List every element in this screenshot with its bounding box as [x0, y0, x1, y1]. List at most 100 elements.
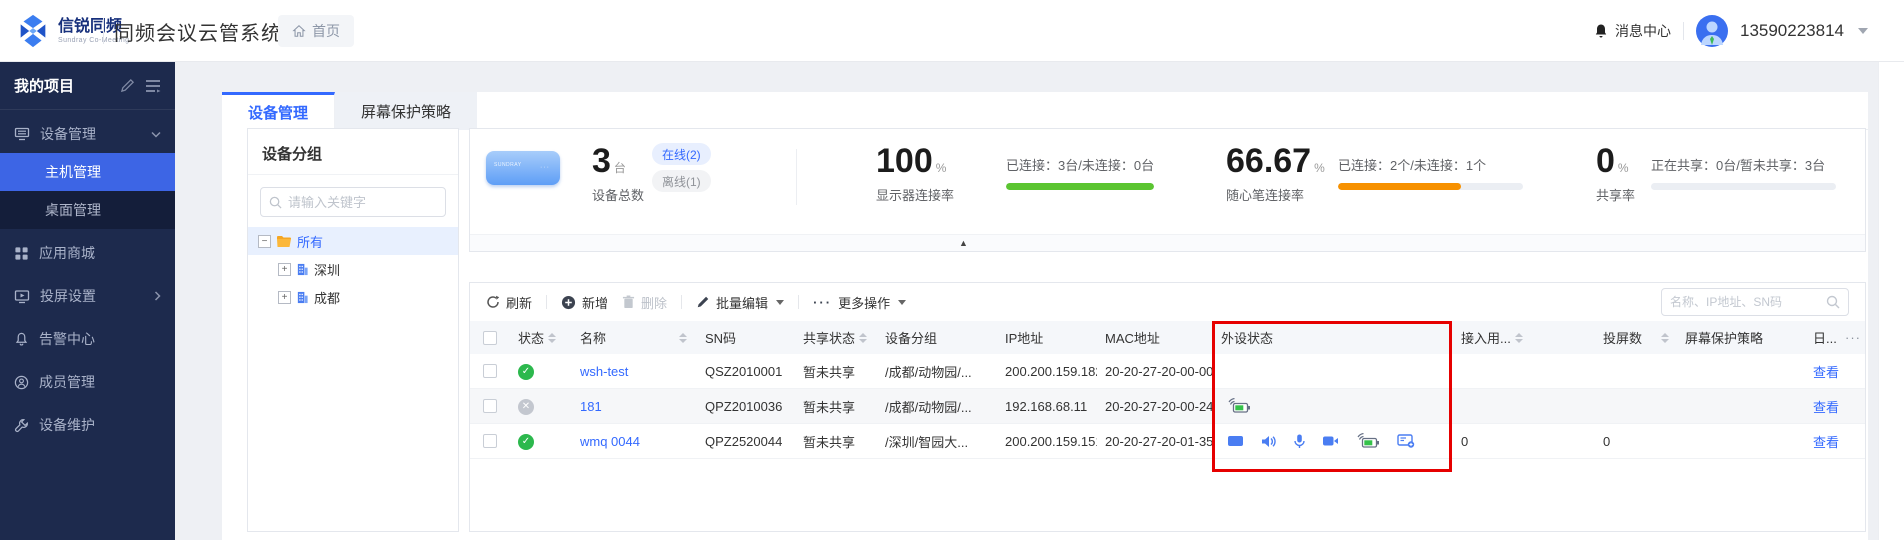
- tree-node-label: 成都: [314, 288, 340, 307]
- col-users[interactable]: 接入用...: [1453, 328, 1595, 347]
- sidebar-item-member-management[interactable]: 成员管理: [0, 363, 175, 401]
- sidebar-item-host-management[interactable]: 主机管理: [0, 153, 175, 191]
- tree-node-shenzhen[interactable]: + 深圳: [248, 255, 458, 283]
- collapse-node-icon[interactable]: −: [258, 235, 271, 248]
- stat-share-detail: 正在共享：0台/暂未共享：3台: [1651, 155, 1825, 174]
- sidebar-item-device-management[interactable]: 设备管理: [0, 115, 175, 153]
- col-share[interactable]: 共享状态: [795, 328, 877, 347]
- expand-node-icon[interactable]: +: [278, 291, 291, 304]
- sort-icon[interactable]: [548, 333, 556, 343]
- tree-node-chengdu[interactable]: + 成都: [248, 283, 458, 311]
- main-area: 设备管理 屏幕保护策略 设备分组 − 所有 + 深圳: [175, 62, 1904, 540]
- expand-node-icon[interactable]: +: [278, 263, 291, 276]
- pencil-icon: [696, 295, 710, 309]
- online-badge: 在线(2): [652, 143, 711, 165]
- delete-label: 删除: [641, 293, 667, 312]
- sn-cell: QSZ2010001: [697, 364, 795, 379]
- tree-search-input[interactable]: [288, 195, 418, 210]
- delete-button[interactable]: 删除: [622, 293, 667, 312]
- tab-device-management[interactable]: 设备管理: [222, 92, 335, 130]
- sort-icon[interactable]: [859, 333, 867, 343]
- sidebar-item-app-store[interactable]: 应用商城: [0, 234, 175, 272]
- share-progress-bar: [1651, 183, 1836, 190]
- mac-cell: 20-20-27-20-01-35: [1097, 434, 1213, 449]
- message-center-button[interactable]: 消息中心: [1593, 21, 1671, 41]
- tree-node-all[interactable]: − 所有: [248, 227, 458, 255]
- account-number[interactable]: 13590223814: [1740, 21, 1844, 41]
- stat-display-detail: 已连接：3台/未连接：0台: [1006, 155, 1154, 174]
- nav-home-label: 首页: [312, 21, 340, 41]
- ip-cell: 192.168.68.11: [997, 399, 1097, 414]
- view-log-link[interactable]: 查看: [1813, 435, 1839, 450]
- view-log-link[interactable]: 查看: [1813, 400, 1839, 415]
- sidebar-item-desktop-management[interactable]: 桌面管理: [0, 191, 175, 229]
- account-dropdown-caret[interactable]: [1858, 28, 1868, 34]
- table-header-row: 状态 名称 SN码 共享状态 设备分组 IP地址 MAC地址 外设状态 接入用.…: [470, 321, 1865, 354]
- add-button[interactable]: 新增: [561, 293, 608, 312]
- pen-battery-icon: [1356, 433, 1380, 449]
- sundray-logo-icon: [14, 12, 52, 50]
- table-body: ✓wsh-testQSZ2010001暂未共享/成都/动物园/...200.20…: [470, 354, 1865, 459]
- table-search-box[interactable]: [1661, 288, 1849, 316]
- bell-icon: [1593, 23, 1609, 39]
- sort-icon[interactable]: [1661, 333, 1669, 343]
- sidebar-item-device-maintenance[interactable]: 设备维护: [0, 406, 175, 444]
- table-search-input[interactable]: [1670, 295, 1826, 309]
- pen-progress-bar: [1338, 183, 1523, 190]
- row-checkbox[interactable]: [483, 399, 497, 413]
- column-settings-button[interactable]: ···: [1845, 330, 1861, 345]
- app-grid-icon: [14, 246, 29, 261]
- row-checkbox[interactable]: [483, 434, 497, 448]
- device-name-link[interactable]: wsh-test: [580, 364, 628, 379]
- casts-cell: 0: [1595, 434, 1677, 449]
- trash-icon: [622, 295, 635, 309]
- tab-screensaver-policy[interactable]: 屏幕保护策略: [335, 92, 477, 130]
- plus-circle-icon: [561, 295, 576, 310]
- tree-node-label: 深圳: [314, 260, 340, 279]
- batch-edit-button[interactable]: 批量编辑: [696, 293, 784, 312]
- more-actions-button[interactable]: ··· 更多操作: [813, 293, 906, 312]
- scrollbar-track[interactable]: [1878, 62, 1904, 540]
- batch-edit-label: 批量编辑: [716, 293, 768, 312]
- chevron-down-icon: [151, 131, 161, 138]
- sort-icon[interactable]: [679, 333, 687, 343]
- app-title: 同频会议云管系统: [114, 17, 282, 46]
- row-checkbox[interactable]: [483, 364, 497, 378]
- table-row: ✓wsh-testQSZ2010001暂未共享/成都/动物园/...200.20…: [470, 354, 1865, 389]
- sidebar-item-alert-center[interactable]: 告警中心: [0, 320, 175, 358]
- share-status-cell: 暂未共享: [795, 432, 877, 451]
- sidebar-item-label: 投屏设置: [40, 286, 144, 306]
- project-list-icon[interactable]: [145, 79, 161, 93]
- select-all-checkbox[interactable]: [483, 331, 497, 345]
- dropdown-caret-icon: [898, 300, 906, 305]
- brand-divider: [103, 18, 104, 44]
- refresh-button[interactable]: 刷新: [486, 293, 532, 312]
- user-avatar[interactable]: [1696, 15, 1728, 47]
- edit-project-icon[interactable]: [120, 78, 135, 93]
- tree-search-box[interactable]: [260, 187, 446, 217]
- collapse-stats-bar[interactable]: ▲: [470, 234, 1865, 251]
- view-log-link[interactable]: 查看: [1813, 365, 1839, 380]
- col-status[interactable]: 状态: [510, 328, 572, 347]
- col-peripherals: 外设状态: [1213, 328, 1453, 347]
- sort-icon[interactable]: [1515, 333, 1523, 343]
- col-casts[interactable]: 投屏数: [1595, 328, 1677, 347]
- mic-icon: [1294, 434, 1305, 449]
- sidebar: 我的项目 设备管理 主机管理 桌面管理 应用商城 投屏设置 告警中心 成员管理: [0, 62, 175, 540]
- stats-card: SUNDRAY··· 3台 设备总数 在线(2) 离线(1) 100% 显示器连…: [469, 128, 1866, 252]
- toolbar-divider: [798, 295, 799, 309]
- sidebar-item-label: 应用商城: [39, 243, 161, 263]
- peripherals-cell: [1213, 398, 1453, 414]
- device-icon: [14, 126, 30, 142]
- device-name-link[interactable]: 181: [580, 399, 602, 414]
- col-name[interactable]: 名称: [572, 328, 697, 347]
- nav-home[interactable]: 首页: [278, 15, 354, 47]
- search-icon: [1826, 295, 1840, 309]
- header-divider: [1683, 22, 1684, 40]
- device-name-link[interactable]: wmq 0044: [580, 434, 640, 449]
- device-table-card: 刷新 新增 删除 批量编辑: [469, 282, 1866, 532]
- stat-display-rate: 100%: [876, 144, 946, 178]
- building-icon: [296, 291, 309, 304]
- sidebar-item-cast-settings[interactable]: 投屏设置: [0, 277, 175, 315]
- stat-pen-rate: 66.67%: [1226, 144, 1325, 178]
